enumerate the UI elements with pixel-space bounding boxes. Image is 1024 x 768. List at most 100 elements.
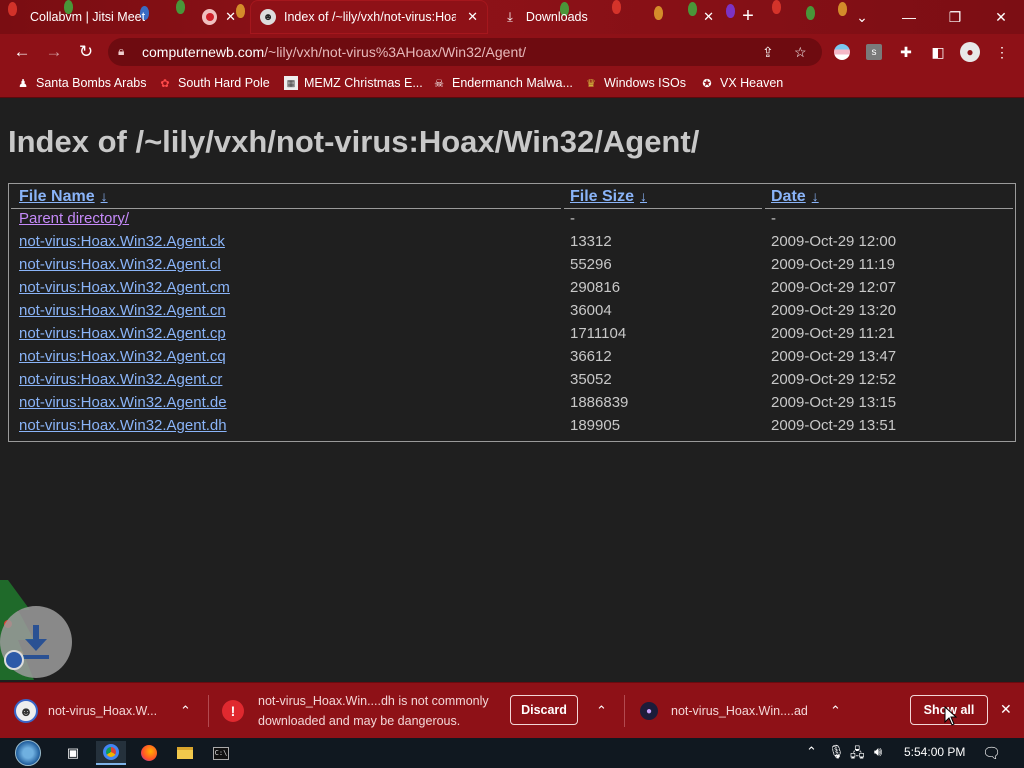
file-name-link[interactable]: not-virus:Hoax.Win32.Agent.cr [19,371,222,388]
download-item-3[interactable]: ● not-virus_Hoax.Win....ad ⌃ [640,683,852,739]
column-header-file-name[interactable]: File Name ↓ [19,188,108,206]
file-row: not-virus:Hoax.Win32.Agent.cn 36004 2009-O… [9,302,1015,325]
address-bar[interactable]: 🔒︎ computernewb.com/~lily/vxh/not-virus%… [108,38,822,66]
file-row: not-virus:Hoax.Win32.Agent.de 1886839 2009… [9,394,1015,417]
file-name-link[interactable]: not-virus:Hoax.Win32.Agent.dh [19,417,227,434]
extension-s-icon[interactable]: s [864,42,884,62]
file-name-link[interactable]: not-virus:Hoax.Win32.Agent.cn [19,302,226,319]
file-size-cell: 55296 [570,256,612,273]
share-icon[interactable]: ⇪ [762,44,774,61]
file-name-link[interactable]: not-virus:Hoax.Win32.Agent.ck [19,233,225,250]
tab-downloads[interactable]: ⤓ Downloads ✕ [492,0,724,34]
file-name-link[interactable]: not-virus:Hoax.Win32.Agent.cp [19,325,226,342]
download-arrow-icon [23,625,49,659]
file-name-link[interactable]: not-virus:Hoax.Win32.Agent.cq [19,348,226,365]
file-size-cell: 189905 [570,417,621,434]
bookmark-endermanch-malware[interactable]: ☠ Endermanch Malwa... [432,76,573,90]
reload-button[interactable]: ↻ [75,41,97,63]
file-name-link[interactable]: not-virus:Hoax.Win32.Agent.cl [19,256,221,273]
sort-arrow-icon: ↓ [811,188,819,204]
parent-directory-row: Parent directory/ - - [9,210,1015,233]
menu-kebab-icon[interactable]: ⋮ [992,42,1012,62]
bookmark-south-hard-pole[interactable]: ✿ South Hard Pole [158,76,270,90]
date-cell: 2009-Oct-29 12:00 [771,233,897,250]
christmas-light [806,6,815,20]
chevron-up-icon[interactable]: ⌃ [180,703,191,719]
tab-search-chevron-icon[interactable]: ⌄ [840,0,884,34]
file-row: not-virus:Hoax.Win32.Agent.cp 1711104 2009… [9,325,1015,348]
date-cell: 2009-Oct-29 13:20 [771,302,897,319]
bookmark-label: South Hard Pole [178,76,270,90]
microphone-icon[interactable]: 🎙︎ [828,744,845,760]
santa-icon: ♟ [18,77,28,90]
column-label: Date [771,188,806,205]
bookmark-windows-isos[interactable]: ♛ Windows ISOs [584,76,686,90]
chevron-up-icon[interactable]: ⌃ [830,703,841,719]
file-size-cell: 36612 [570,348,612,365]
file-explorer-icon[interactable] [170,741,200,765]
file-listing-table: File Name ↓ File Size ↓ Date ↓ Parent direc… [8,183,1016,442]
bookmark-memz-christmas[interactable]: ▦ MEMZ Christmas E... [284,76,423,90]
warning-line-1: not-virus_Hoax.Win....dh is not commonly [258,694,489,708]
bookmark-label: Windows ISOs [604,76,686,90]
file-name-link[interactable]: not-virus:Hoax.Win32.Agent.de [19,394,227,411]
profile-flag-icon[interactable] [832,42,852,62]
file-size-cell: 1711104 [570,325,627,342]
chevron-up-tray-icon[interactable]: ⌃ [806,744,817,760]
chrome-taskbar-icon[interactable] [96,741,126,765]
forward-button[interactable]: → [43,41,65,63]
file-size-cell: - [570,210,575,227]
file-icon: ☻ [14,699,38,723]
file-row: not-virus:Hoax.Win32.Agent.ck 13312 2009-O… [9,233,1015,256]
notification-center-icon[interactable]: 🗨︎ [982,744,1001,762]
file-row: not-virus:Hoax.Win32.Agent.cm 290816 2009-… [9,279,1015,302]
bookmark-santa-bombs-arabs[interactable]: ♟ Santa Bombs Arabs [16,76,146,90]
discard-button[interactable]: Discard [510,695,578,725]
back-button[interactable]: ← [11,41,33,63]
file-size-cell: 1886839 [570,394,629,411]
column-header-file-size[interactable]: File Size ↓ [570,188,647,206]
parent-directory-link[interactable]: Parent directory/ [19,210,129,227]
close-icon[interactable]: ✕ [703,9,714,25]
page-title: Index of /~lily/vxh/not-virus:Hoax/Win32… [8,124,700,159]
close-icon[interactable]: ✕ [225,9,236,25]
extensions-puzzle-icon[interactable]: ✚ [896,42,916,62]
chevron-up-icon[interactable]: ⌃ [596,703,607,719]
window-close-button[interactable]: ✕ [978,0,1024,34]
column-header-date[interactable]: Date ↓ [771,188,819,206]
lock-icon[interactable]: 🔒︎ [118,44,124,59]
sort-arrow-icon: ↓ [640,188,648,204]
taskbar-clock[interactable]: 5:54:00 PM [904,745,965,759]
start-button[interactable] [10,738,46,768]
memz-icon: ▦ [284,76,298,90]
site-favicon-icon: ☻ [260,9,276,25]
volume-icon[interactable]: 🔊︎ [874,744,882,760]
network-icon[interactable]: 🖧 [850,744,865,766]
firefox-taskbar-icon[interactable] [134,741,164,765]
side-panel-icon[interactable]: ◧ [928,42,948,62]
task-view-icon[interactable]: ▣ [58,741,88,765]
file-size-cell: 13312 [570,233,612,250]
close-icon[interactable]: ✕ [467,9,478,25]
new-tab-button[interactable]: + [738,6,758,26]
bookmark-star-icon[interactable]: ☆ [794,44,807,61]
minimize-button[interactable]: — [886,0,932,34]
profile-avatar-icon[interactable]: ● [960,42,980,62]
bookmark-vx-heaven[interactable]: ✪ VX Heaven [700,76,783,90]
bookmark-label: MEMZ Christmas E... [304,76,423,90]
file-name-link[interactable]: not-virus:Hoax.Win32.Agent.cm [19,279,230,296]
tab-title: Index of /~lily/vxh/not-virus:Hoa [284,10,456,24]
tab-collabvm[interactable]: Collabvm | Jitsi Meet ✕ [20,0,246,34]
command-prompt-icon[interactable]: C:\ [206,741,236,765]
close-shelf-icon[interactable]: ✕ [1000,701,1012,718]
file-row: not-virus:Hoax.Win32.Agent.cr 35052 2009-O… [9,371,1015,394]
url-path: /~lily/vxh/not-virus%3AHoax/Win32/Agent/ [264,44,527,60]
url-text: computernewb.com/~lily/vxh/not-virus%3AH… [142,44,526,60]
warning-text: not-virus_Hoax.Win....dh is not commonly… [258,691,489,731]
download-icon: ⤓ [507,9,513,24]
warning-icon: ! [222,700,244,722]
tab-index-of[interactable]: ☻ Index of /~lily/vxh/not-virus:Hoa ✕ [250,0,488,34]
bookmarks-bar: ♟ Santa Bombs Arabs ✿ South Hard Pole ▦ … [0,70,1024,98]
download-item-1[interactable]: ☻ not-virus_Hoax.W... ⌃ [14,683,200,739]
restore-button[interactable]: ❐ [932,0,978,34]
